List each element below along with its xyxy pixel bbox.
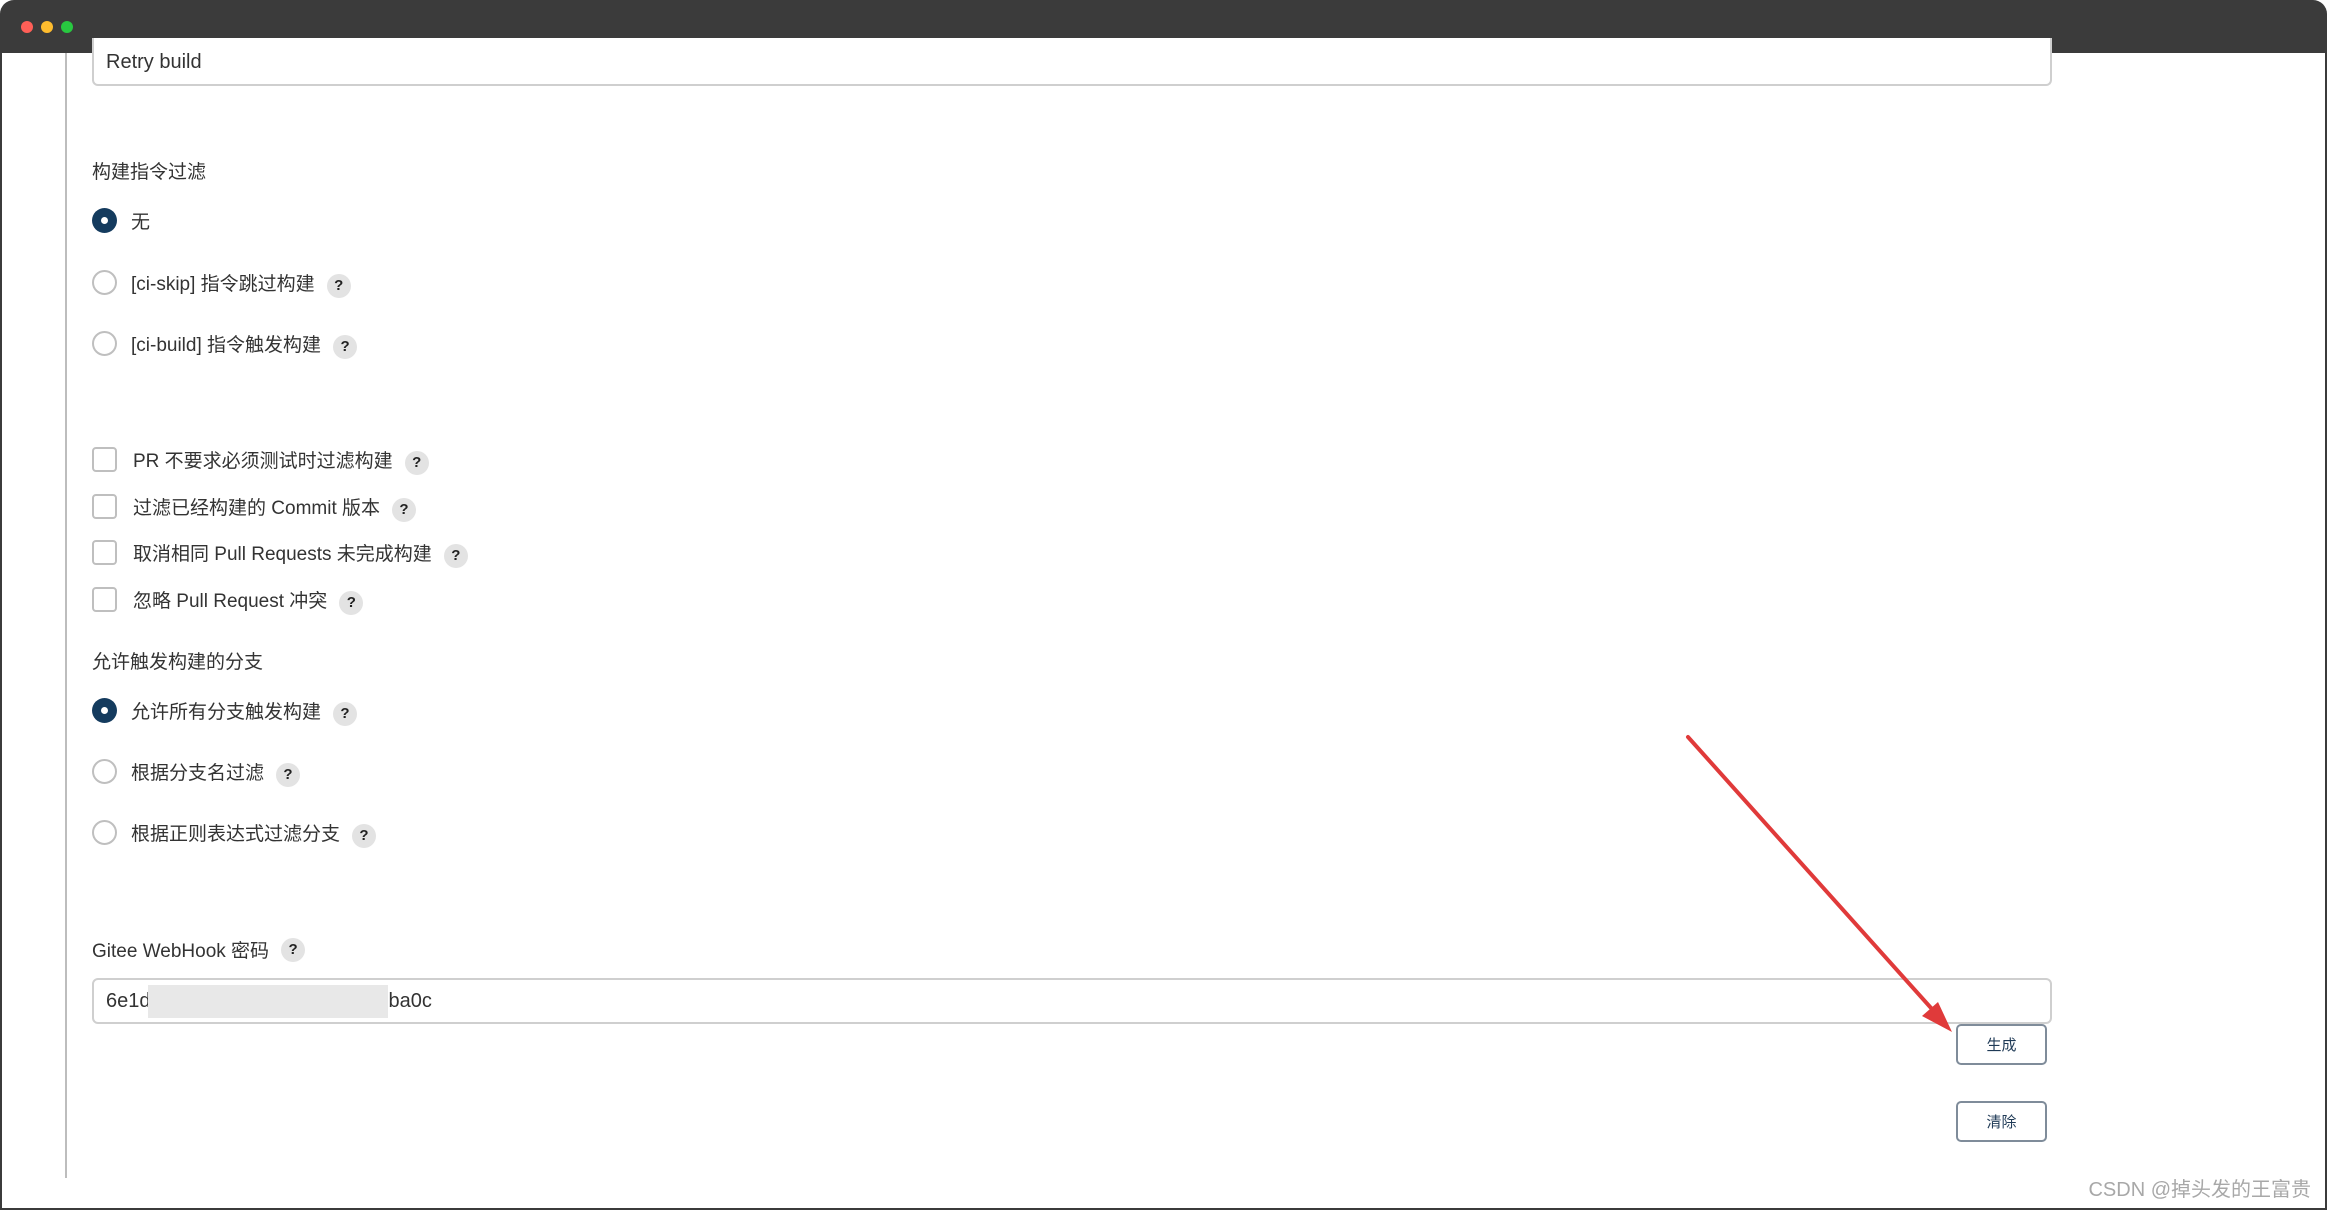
annotation-arrow [1686, 735, 1952, 1032]
watermark: CSDN @掉头发的王富贵 [2088, 1179, 2311, 1201]
